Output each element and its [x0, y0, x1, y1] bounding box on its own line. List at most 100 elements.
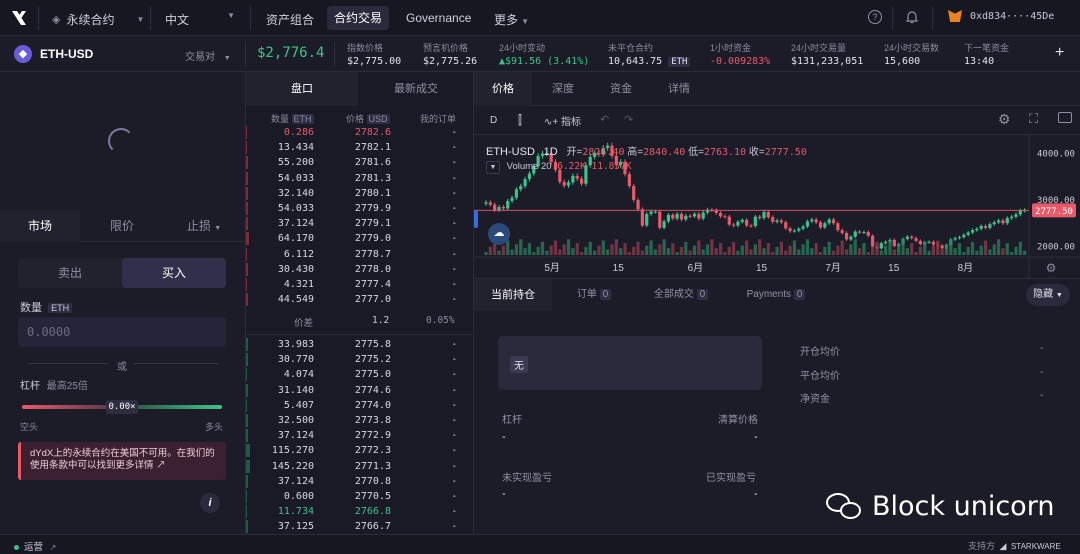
- book-row[interactable]: 37.124 2772.9 -: [246, 428, 473, 443]
- book-row[interactable]: 37.124 2779.1 -: [246, 216, 473, 231]
- tab-positions[interactable]: 当前持仓: [474, 279, 552, 311]
- leverage-value-box[interactable]: 0.00×: [106, 400, 138, 414]
- redo-icon[interactable]: ↷: [624, 113, 633, 126]
- candle-body: [527, 173, 532, 180]
- book-row[interactable]: 145.220 2771.3 -: [246, 459, 473, 474]
- book-row[interactable]: 31.140 2774.6 -: [246, 383, 473, 398]
- chevron-down-icon: ▼: [223, 55, 231, 62]
- candle-type-icon[interactable]: ⫿: [518, 113, 522, 128]
- tab-details[interactable]: 详情: [650, 72, 708, 106]
- book-row[interactable]: 5.407 2774.0 -: [246, 398, 473, 413]
- book-size: 30.430: [277, 263, 314, 275]
- depth-bar: [246, 262, 248, 276]
- book-row[interactable]: 54.033 2779.9 -: [246, 201, 473, 216]
- bell-icon[interactable]: [905, 10, 919, 28]
- volume-bar: [549, 245, 553, 255]
- sell-button[interactable]: 卖出: [18, 258, 122, 288]
- wallet-button[interactable]: 0xd834····45De: [948, 10, 1054, 22]
- volume-bar: [653, 249, 658, 255]
- book-row[interactable]: 44.549 2777.0 -: [246, 292, 473, 307]
- book-my-order: -: [452, 430, 456, 442]
- tab-stop[interactable]: 止损 ▼: [164, 210, 244, 242]
- book-row[interactable]: 37.124 2770.8 -: [246, 474, 473, 489]
- tradingview-logo-icon[interactable]: ☁: [488, 223, 510, 245]
- book-row[interactable]: 0.286 2782.6 -: [246, 125, 473, 140]
- book-row[interactable]: 32.140 2780.1 -: [246, 186, 473, 201]
- candle-body: [740, 219, 744, 222]
- nav-more[interactable]: 更多 ▼: [494, 11, 529, 28]
- book-row[interactable]: 4.321 2777.4 -: [246, 277, 473, 292]
- book-row[interactable]: 11.734 2766.8 -: [246, 504, 473, 519]
- book-row[interactable]: 115.270 2772.3 -: [246, 443, 473, 458]
- language-selector[interactable]: 中文 ▼: [165, 11, 235, 28]
- book-row[interactable]: 64.170 2779.0 -: [246, 231, 473, 246]
- book-row[interactable]: 33.983 2775.8 -: [246, 337, 473, 352]
- book-row[interactable]: 0.600 2770.5 -: [246, 489, 473, 504]
- book-row[interactable]: 54.033 2781.3 -: [246, 171, 473, 186]
- settings-gear-icon[interactable]: ⚙: [998, 111, 1011, 128]
- info-icon[interactable]: i: [200, 493, 220, 513]
- chart-panel: 价格 深度 资金 详情 D ⫿ ∿+ 指标 ↶ ↷ ⚙ ⛶ 2777.50 400…: [474, 72, 1080, 278]
- candle-body: [996, 220, 1001, 223]
- book-row[interactable]: 13.434 2782.1 -: [246, 140, 473, 155]
- volume-bar: [953, 248, 957, 255]
- pair-selector[interactable]: 交易对 ▼: [185, 48, 231, 63]
- nav-governance[interactable]: Governance: [406, 11, 471, 25]
- candle-body: [701, 212, 705, 219]
- camera-icon[interactable]: [1058, 112, 1072, 123]
- tab-funding[interactable]: 资金: [592, 72, 650, 106]
- tab-orderbook[interactable]: 盘口: [246, 72, 358, 106]
- amount-input[interactable]: 0.0000: [18, 317, 226, 347]
- tab-depth[interactable]: 深度: [534, 72, 592, 106]
- depth-bar: [246, 217, 248, 231]
- nav-portfolio[interactable]: 资产组合: [266, 11, 314, 28]
- tab-market[interactable]: 市场: [0, 210, 80, 242]
- tab-fills[interactable]: 全部成交 0: [636, 279, 726, 311]
- fullscreen-icon[interactable]: ⛶: [1029, 111, 1038, 127]
- interval-button[interactable]: D: [490, 115, 497, 126]
- book-row[interactable]: 4.074 2775.0 -: [246, 367, 473, 382]
- axis-settings-icon[interactable]: ⚙: [1046, 261, 1057, 275]
- market-selector[interactable]: ◈ 永续合约 ▼: [52, 11, 144, 28]
- depth-bar: [246, 293, 249, 307]
- candle-body: [662, 221, 666, 228]
- candle-body: [957, 237, 962, 239]
- tab-orders[interactable]: 订单 0: [554, 279, 634, 311]
- tab-price[interactable]: 价格: [474, 72, 532, 106]
- amount-label-text: 数量: [20, 302, 42, 314]
- volume-values: 6.22K 11.857K: [557, 161, 632, 172]
- book-row[interactable]: 37.125 2766.7 -: [246, 519, 473, 534]
- volume-bar: [632, 246, 636, 255]
- book-row[interactable]: 55.200 2781.6 -: [246, 155, 473, 170]
- candle-body: [771, 217, 775, 222]
- book-row[interactable]: 30.770 2775.2 -: [246, 352, 473, 367]
- buy-button[interactable]: 买入: [122, 258, 226, 288]
- tab-limit[interactable]: 限价: [82, 210, 162, 242]
- dydx-logo[interactable]: [10, 9, 28, 27]
- book-price: 2779.0: [354, 233, 391, 245]
- book-row[interactable]: 6.112 2778.7 -: [246, 247, 473, 262]
- volume-bar: [718, 243, 723, 255]
- chart-scroll-handle[interactable]: [474, 210, 478, 228]
- nav-trade[interactable]: 合约交易: [327, 6, 389, 30]
- warning-text[interactable]: dYdX上的永续合约在美国不可用。在我们的使用条款中可以找到更多详情 ↗: [30, 448, 215, 471]
- book-my-order: -: [452, 172, 456, 184]
- book-row[interactable]: 30.430 2778.0 -: [246, 262, 473, 277]
- collapse-legend-icon[interactable]: ▼: [486, 161, 500, 174]
- indicators-button[interactable]: ∿+ 指标: [544, 113, 581, 128]
- candle-body: [940, 245, 944, 249]
- candle-body: [666, 214, 671, 222]
- help-icon[interactable]: ?: [868, 10, 882, 24]
- book-row[interactable]: 32.500 2773.8 -: [246, 413, 473, 428]
- book-size: 11.734: [277, 506, 314, 518]
- volume-bar: [562, 244, 566, 255]
- tab-recent-trades[interactable]: 最新成交: [360, 72, 472, 106]
- powered-by[interactable]: 支持方 ◢ STARKWARE: [968, 539, 1061, 552]
- hide-button[interactable]: 隐藏 ▼: [1026, 284, 1070, 306]
- tab-payments[interactable]: Payments 0: [730, 279, 822, 311]
- expand-plus-icon[interactable]: +: [1055, 44, 1064, 62]
- undo-icon[interactable]: ↶: [600, 113, 609, 126]
- amount-unit-badge: ETH: [48, 303, 73, 313]
- volume-bar: [740, 245, 744, 255]
- status-link[interactable]: 运营 ↗: [14, 539, 56, 553]
